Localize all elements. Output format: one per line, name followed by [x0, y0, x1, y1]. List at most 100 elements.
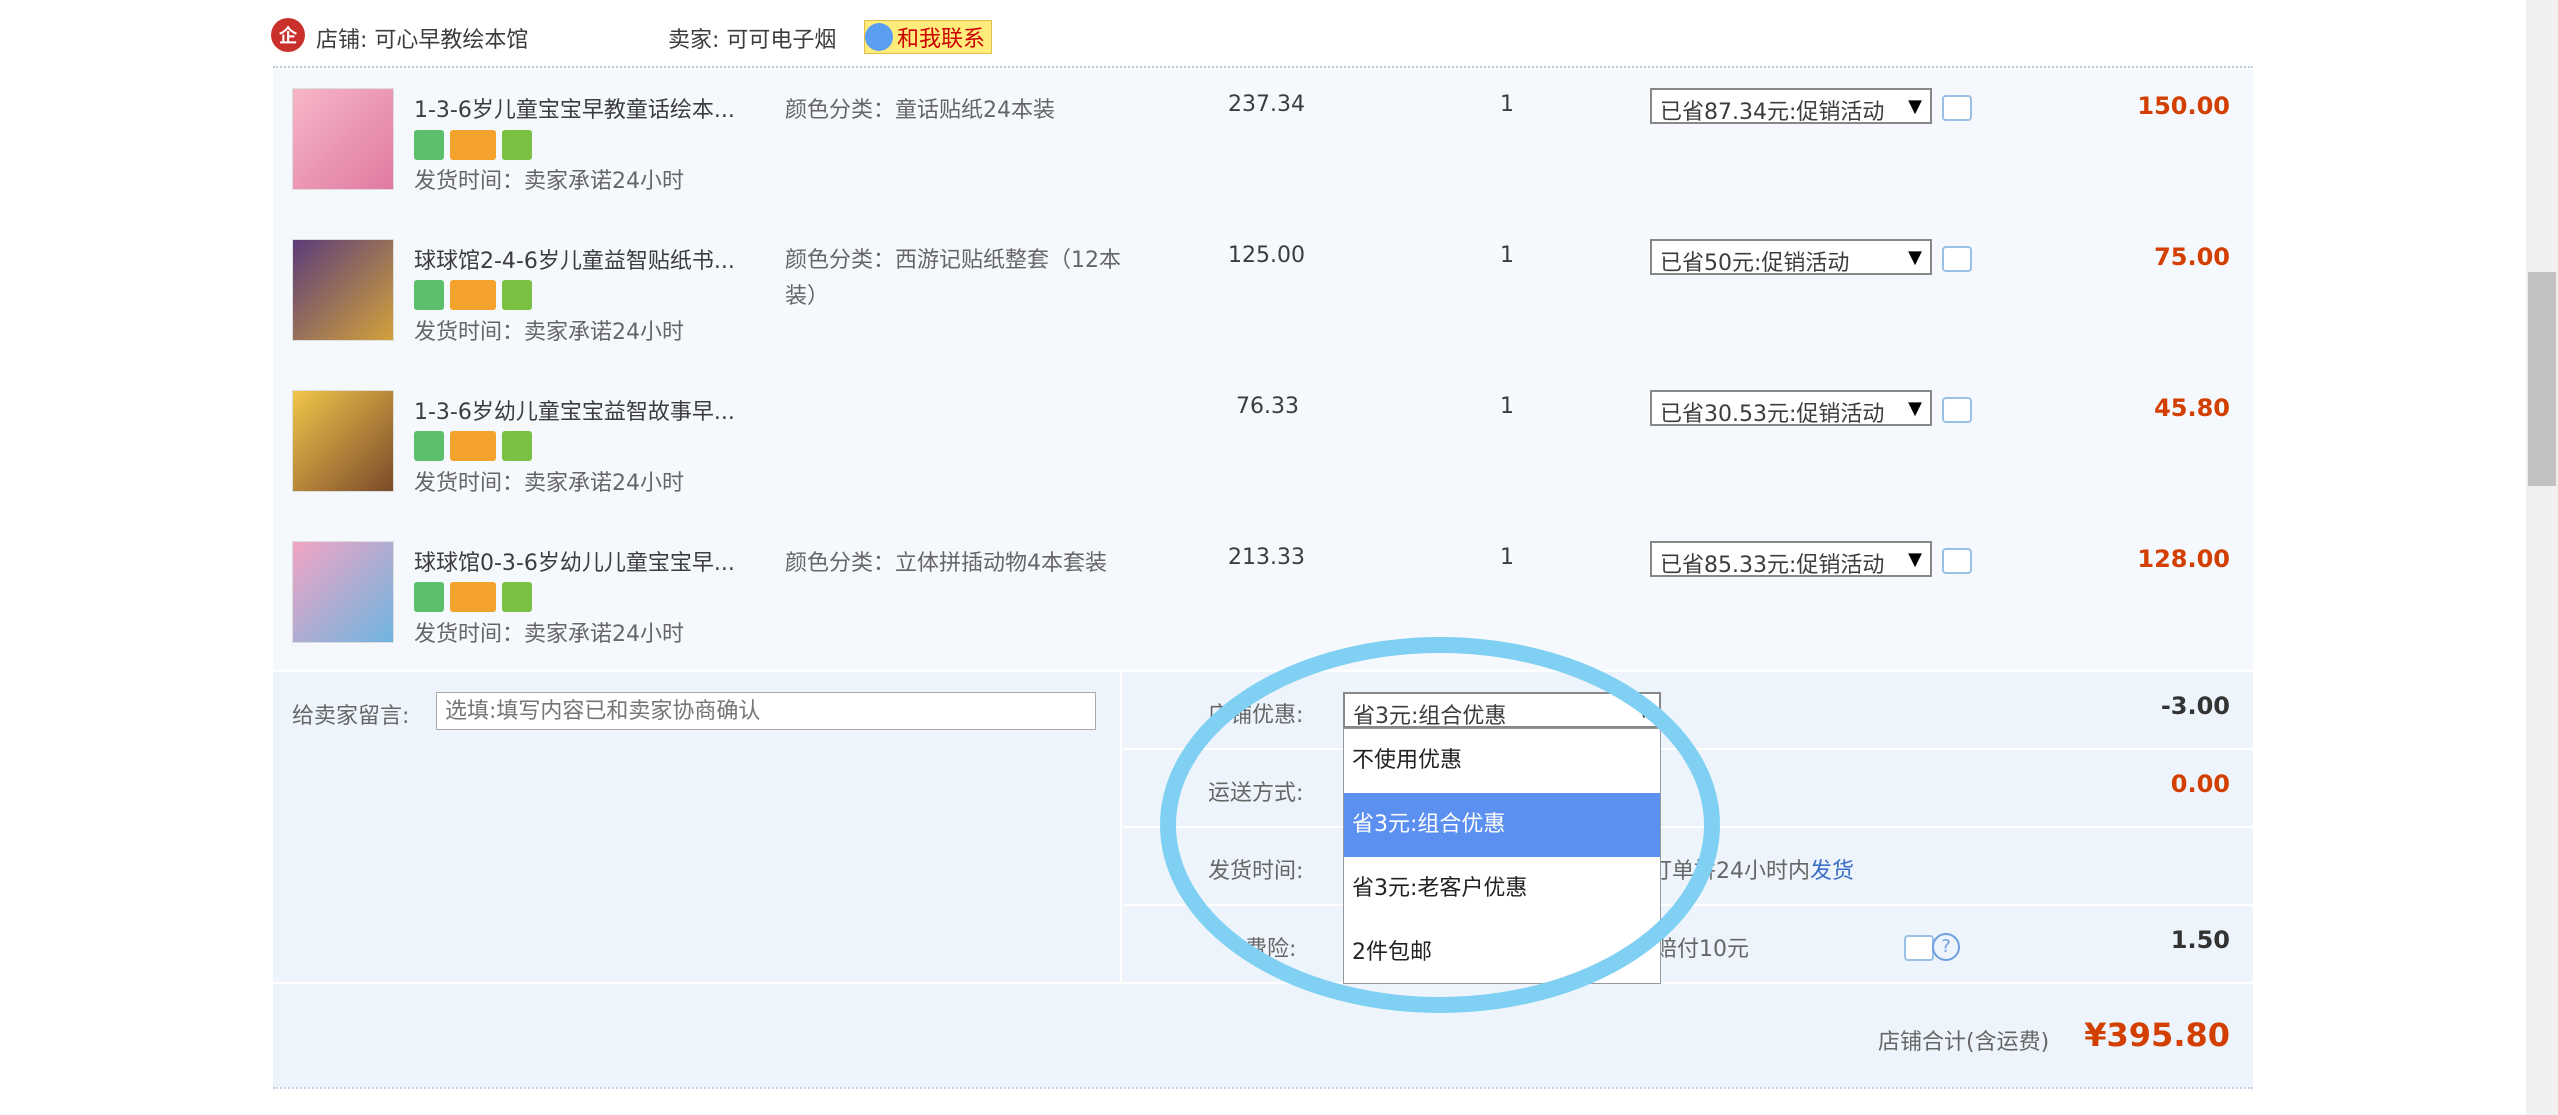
- credit-card-icon: [450, 582, 496, 612]
- total-label: 店铺合计(含运费): [1878, 1030, 2050, 1055]
- guarantee-icon: [502, 130, 532, 160]
- promo-select[interactable]: 已省87.34元:促销活动 ▼: [1650, 88, 1932, 124]
- divider: [1120, 672, 1122, 982]
- promo-select[interactable]: 已省50元:促销活动 ▼: [1650, 239, 1932, 275]
- product-thumbnail[interactable]: [292, 390, 394, 492]
- unit-price: 213.33: [1228, 545, 1305, 570]
- coupon-option[interactable]: 2件包邮: [1344, 921, 1660, 985]
- product-attr: 颜色分类：西游记贴纸整套（12本装）: [785, 248, 1121, 309]
- coupon-dropdown: 不使用优惠 省3元:组合优惠 省3元:老客户优惠 2件包邮: [1343, 728, 1661, 984]
- coupon-option[interactable]: 省3元:老客户优惠: [1344, 857, 1660, 921]
- guarantee-icon: [502, 280, 532, 310]
- quantity: 1: [1500, 545, 1514, 570]
- product-thumbnail[interactable]: [292, 541, 394, 643]
- message-input[interactable]: [436, 692, 1096, 730]
- shipping-amount: 0.00: [2170, 770, 2230, 798]
- ship-time: 发货时间：卖家承诺24小时: [414, 169, 684, 194]
- product-title[interactable]: 1-3-6岁儿童宝宝早教童话绘本...: [414, 92, 735, 124]
- item-total: 75.00: [2154, 243, 2230, 271]
- seven-day-return-icon: [414, 582, 444, 612]
- delivery-label: 发货时间:: [1208, 859, 1304, 884]
- promo-select[interactable]: 已省85.33元:促销活动 ▼: [1650, 541, 1932, 577]
- credit-card-icon: [450, 431, 496, 461]
- divider: [273, 66, 2253, 68]
- contact-label: 和我联系: [897, 27, 986, 52]
- coupon-label: 店铺优惠:: [1208, 703, 1304, 728]
- seven-day-return-icon: [414, 130, 444, 160]
- chevron-down-icon: ▼: [1908, 549, 1922, 570]
- ship-time: 发货时间：卖家承诺24小时: [414, 471, 684, 496]
- product-thumbnail[interactable]: [292, 88, 394, 190]
- quantity: 1: [1500, 394, 1514, 419]
- divider: [1124, 748, 2253, 750]
- divider: [273, 1087, 2253, 1089]
- delivery-link[interactable]: 发货: [1810, 859, 1854, 884]
- shipping-label: 运送方式:: [1208, 781, 1304, 806]
- help-icon[interactable]: ?: [1932, 933, 1960, 961]
- product-attr: 颜色分类：立体拼插动物4本套装: [785, 551, 1107, 576]
- coupon-select-value: 省3元:组合优惠: [1353, 704, 1507, 729]
- items-list: [273, 70, 2253, 670]
- promo-value: 已省87.34元:促销活动: [1660, 100, 1885, 124]
- coupon-amount: -3.00: [2160, 692, 2230, 720]
- promo-select[interactable]: 已省30.53元:促销活动 ▼: [1650, 390, 1932, 426]
- chat-icon[interactable]: [1942, 246, 1972, 272]
- chat-icon[interactable]: [1942, 548, 1972, 574]
- coupon-select[interactable]: 省3元:组合优惠 ▼: [1343, 692, 1661, 729]
- guarantee-icon: [502, 582, 532, 612]
- scrollbar-track[interactable]: [2526, 0, 2558, 1115]
- chat-icon[interactable]: [1942, 95, 1972, 121]
- delivery-text-b: 拼24小时内: [1694, 859, 1811, 884]
- unit-price: 76.33: [1236, 394, 1299, 419]
- product-title[interactable]: 1-3-6岁幼儿童宝宝益智故事早...: [414, 394, 735, 426]
- item-total: 128.00: [2137, 545, 2230, 573]
- ship-time: 发货时间：卖家承诺24小时: [414, 320, 684, 345]
- promo-value: 已省85.33元:促销活动: [1660, 553, 1885, 577]
- chevron-down-icon: ▼: [1637, 700, 1651, 721]
- insurance-amount: 1.50: [2170, 926, 2230, 954]
- promo-value: 已省30.53元:促销活动: [1660, 402, 1885, 426]
- chat-icon[interactable]: [1942, 397, 1972, 423]
- service-badges: [414, 130, 532, 164]
- promo-value: 已省50元:促销活动: [1660, 251, 1850, 275]
- shop-total: ¥395.80: [2084, 1016, 2230, 1054]
- delivery-text: 订单拼24小时内发货: [1650, 853, 1854, 885]
- unit-price: 125.00: [1228, 243, 1305, 268]
- quantity: 1: [1500, 243, 1514, 268]
- shop-logo-icon: 企: [271, 18, 305, 52]
- seven-day-return-icon: [414, 431, 444, 461]
- contact-seller-button[interactable]: 和我联系: [864, 20, 993, 54]
- chevron-down-icon: ▼: [1908, 96, 1922, 117]
- insurance-label: 费险:: [1245, 937, 1297, 962]
- divider: [1124, 904, 2253, 906]
- wangwang-icon: [865, 23, 893, 51]
- shop-name[interactable]: 店铺: 可心早教绘本馆: [316, 22, 528, 54]
- product-title[interactable]: 球球馆0-3-6岁幼儿儿童宝宝早...: [414, 545, 735, 577]
- service-badges: [414, 280, 532, 314]
- divider: [1124, 826, 2253, 828]
- product-attr: 颜色分类：童话贴纸24本装: [785, 98, 1055, 123]
- item-total: 150.00: [2137, 92, 2230, 120]
- credit-card-icon: [450, 130, 496, 160]
- chat-icon[interactable]: [1904, 935, 1934, 961]
- service-badges: [414, 431, 532, 465]
- item-total: 45.80: [2154, 394, 2230, 422]
- seven-day-return-icon: [414, 280, 444, 310]
- chevron-down-icon: ▼: [1908, 247, 1922, 268]
- divider: [273, 982, 2253, 984]
- message-label: 给卖家留言:: [292, 704, 410, 729]
- coupon-option-selected[interactable]: 省3元:组合优惠: [1344, 793, 1660, 857]
- credit-card-icon: [450, 280, 496, 310]
- product-title[interactable]: 球球馆2-4-6岁儿童益智贴纸书...: [414, 243, 735, 275]
- service-badges: [414, 582, 532, 616]
- guarantee-icon: [502, 431, 532, 461]
- product-thumbnail[interactable]: [292, 239, 394, 341]
- coupon-option[interactable]: 不使用优惠: [1344, 729, 1660, 793]
- unit-price: 237.34: [1228, 92, 1305, 117]
- chevron-down-icon: ▼: [1908, 398, 1922, 419]
- insurance-text: 赔付10元: [1655, 937, 1749, 962]
- quantity: 1: [1500, 92, 1514, 117]
- seller-name: 卖家: 可可电子烟: [668, 28, 837, 53]
- ship-time: 发货时间：卖家承诺24小时: [414, 622, 684, 647]
- scrollbar-thumb[interactable]: [2528, 272, 2556, 486]
